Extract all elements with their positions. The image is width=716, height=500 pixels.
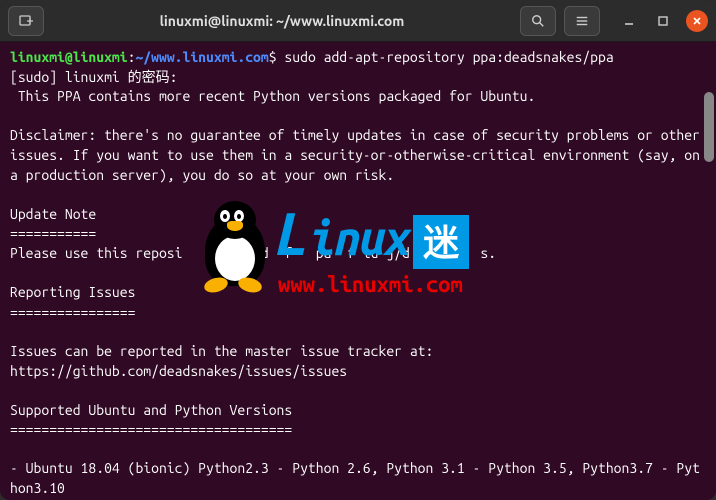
titlebar-right [520, 6, 708, 36]
titlebar-left [8, 6, 44, 36]
output-line: Supported Ubuntu and Python Versions [10, 401, 706, 421]
output-line: Update Note [10, 205, 706, 225]
output-line: https://github.com/deadsnakes/issues/iss… [10, 362, 706, 382]
hamburger-icon [575, 14, 589, 28]
prompt-path: ~/www.linuxmi.com [135, 49, 268, 65]
maximize-button[interactable] [652, 10, 674, 32]
output-line: This PPA contains more recent Python ver… [10, 87, 706, 107]
output-line: Disclaimer: there's no guarantee of time… [10, 126, 706, 185]
output-line [10, 440, 706, 460]
output-line: Issues can be reported in the master iss… [10, 342, 706, 362]
window-title: linuxmi@linuxmi: ~/www.linuxmi.com [44, 13, 520, 29]
search-button[interactable] [520, 6, 556, 36]
minimize-button[interactable] [618, 10, 640, 32]
prompt-user-host: linuxmi@linuxmi [10, 49, 128, 65]
output-line [10, 107, 706, 127]
search-icon [531, 14, 545, 28]
output-line: Reporting Issues [10, 283, 706, 303]
window-controls [618, 10, 708, 32]
output-line [10, 264, 706, 284]
prompt-line: linuxmi@linuxmi:~/www.linuxmi.com$ sudo … [10, 48, 706, 68]
output-line: ==================================== [10, 420, 706, 440]
new-tab-button[interactable] [8, 6, 44, 36]
terminal-body[interactable]: linuxmi@linuxmi:~/www.linuxmi.com$ sudo … [0, 42, 716, 500]
scrollbar-thumb[interactable] [704, 92, 714, 162]
output-line [10, 322, 706, 342]
output-line: Please use this reposi in ead f pa f lu … [10, 244, 706, 264]
output-line: =========== [10, 224, 706, 244]
menu-button[interactable] [564, 6, 600, 36]
output-line [10, 381, 706, 401]
titlebar: linuxmi@linuxmi: ~/www.linuxmi.com [0, 0, 716, 42]
maximize-icon [657, 15, 669, 27]
output-line: ================ [10, 303, 706, 323]
close-button[interactable] [686, 10, 708, 32]
new-tab-icon [18, 13, 34, 29]
output-line: - Ubuntu 18.04 (bionic) Python2.3 - Pyth… [10, 459, 706, 498]
prompt-dollar: $ [269, 49, 277, 65]
output-line [10, 185, 706, 205]
output-line: [sudo] linuxmi 的密码: [10, 68, 706, 88]
terminal-output: [sudo] linuxmi 的密码: This PPA contains mo… [10, 68, 706, 500]
close-icon [692, 16, 702, 26]
minimize-icon [623, 15, 635, 27]
terminal-window: linuxmi@linuxmi: ~/www.linuxmi.com [0, 0, 716, 500]
command-text: sudo add-apt-repository ppa:deadsnakes/p… [284, 49, 613, 65]
